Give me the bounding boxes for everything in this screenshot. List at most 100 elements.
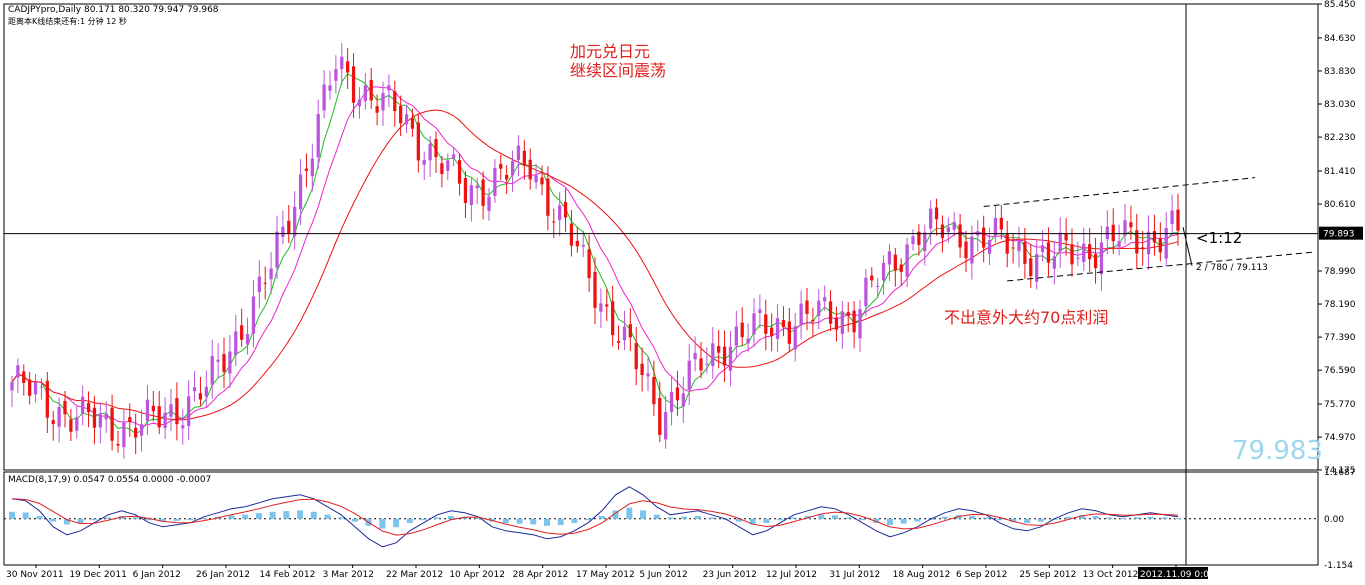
candle-body <box>181 425 185 429</box>
macd-histogram-bar <box>969 515 976 519</box>
macd-title: MACD(8,17,9) 0.0547 0.0554 0.0000 -0.000… <box>8 475 212 485</box>
candle-body <box>1088 244 1092 260</box>
candle-body <box>16 365 20 378</box>
candle-body <box>840 311 844 334</box>
macd-histogram-bar <box>187 518 194 521</box>
date-tick-label: 17 May 2012 <box>576 570 635 580</box>
candle-body <box>98 414 102 428</box>
date-tick-label: 31 Jul 2012 <box>829 570 880 580</box>
candle-body <box>505 174 509 180</box>
macd-histogram-bar <box>1161 517 1168 519</box>
candle-body <box>375 106 379 113</box>
candle-body <box>893 254 897 271</box>
candle-body <box>964 241 968 259</box>
candle-body <box>510 160 515 176</box>
macd-histogram-bar <box>626 507 633 519</box>
candle-body <box>463 177 468 203</box>
macd-histogram-bar <box>132 517 139 519</box>
ratio-label: <1:12 <box>1196 229 1243 247</box>
candle-body <box>640 363 644 376</box>
macd-histogram-bar <box>859 518 866 521</box>
candle-body <box>86 402 91 413</box>
macd-histogram-bar <box>763 518 770 523</box>
macd-histogram-bar <box>173 518 180 521</box>
macd-histogram-bar <box>338 517 345 519</box>
candle-body <box>334 69 338 81</box>
candle-body <box>428 143 432 161</box>
macd-histogram-bar <box>105 517 112 519</box>
big-price-readout: 79.983 <box>1232 436 1323 466</box>
candle-body <box>1082 243 1086 263</box>
candle-body <box>811 319 815 322</box>
macd-histogram-bar <box>832 515 839 519</box>
candle-body <box>599 303 603 312</box>
candle-body <box>858 309 862 339</box>
candle-body <box>1146 231 1151 255</box>
price-tick-label: 85.450 <box>1324 0 1356 10</box>
macd-histogram-bar <box>653 514 660 519</box>
macd-histogram-bar <box>557 518 564 526</box>
candle-body <box>823 297 827 302</box>
candle-body <box>923 232 927 252</box>
annotation-title-2: 继续区间震荡 <box>570 61 667 80</box>
candle-body <box>393 91 397 112</box>
candle-body <box>605 304 609 307</box>
candle-body <box>1099 242 1104 275</box>
candle-body <box>104 413 108 420</box>
macd-histogram-bar <box>1106 517 1113 519</box>
macd-histogram-bar <box>1147 516 1154 519</box>
candle-body <box>151 405 155 412</box>
candle-body <box>122 422 126 448</box>
candle-body <box>934 207 939 220</box>
candle-body <box>28 379 32 396</box>
candle-body <box>799 303 803 325</box>
candle-body <box>493 168 497 197</box>
candle-body <box>940 224 945 238</box>
date-tick-label: 13 Oct 2012 <box>1083 570 1139 580</box>
candle-body <box>587 249 591 279</box>
macd-histogram-bar <box>297 510 304 519</box>
price-tick-label: 78.990 <box>1324 267 1356 277</box>
channel-upper <box>983 177 1256 208</box>
macd-histogram-bar <box>1024 518 1031 523</box>
macd-histogram-bar <box>598 515 605 519</box>
price-tick-label: 74.970 <box>1324 433 1356 443</box>
candle-body <box>75 417 79 431</box>
macd-histogram-bar <box>351 518 358 522</box>
candle-body <box>1093 254 1098 269</box>
candle-body <box>1111 224 1115 242</box>
date-axis: 30 Nov 2011 19 Dec 2011 6 Jan 2012 26 Jan 2… <box>6 565 1215 580</box>
candle-body <box>293 206 297 237</box>
candle-body <box>929 208 933 229</box>
candle-body <box>1005 234 1009 254</box>
macd-histogram-bar <box>777 518 784 521</box>
candle-body <box>1123 220 1127 236</box>
macd-tick-label: -1.154 <box>1324 561 1353 571</box>
candle-body <box>304 168 309 171</box>
candle-body <box>787 321 791 344</box>
candle-body <box>905 244 909 277</box>
candle-body <box>876 285 880 287</box>
macd-histogram-bar <box>1037 518 1044 522</box>
candle-body <box>157 406 161 428</box>
macd-histogram-bar <box>1092 515 1099 519</box>
macd-line <box>11 486 1179 548</box>
candle-body <box>558 205 562 220</box>
candle-body <box>481 179 485 206</box>
candle-body <box>1064 233 1068 241</box>
macd-histogram-bar <box>1175 518 1181 520</box>
date-tick-label: 28 Apr 2012 <box>513 570 569 580</box>
bar-countdown: 距离本K线结束还有:1 分钟 12 秒 <box>8 17 127 26</box>
candle-body <box>1076 257 1080 259</box>
candle-body <box>33 381 38 395</box>
macd-histogram-bar <box>818 514 825 519</box>
date-tick-label: 30 Nov 2011 <box>6 570 64 580</box>
price-tick-label: 74.175 <box>1324 466 1356 476</box>
candle-body <box>1176 209 1180 231</box>
macd-histogram-bar <box>530 518 537 525</box>
candle-body <box>228 351 232 374</box>
candle-body <box>322 84 326 111</box>
candle-body <box>1164 227 1168 259</box>
candle-body <box>734 326 738 346</box>
candle-body <box>316 114 320 158</box>
